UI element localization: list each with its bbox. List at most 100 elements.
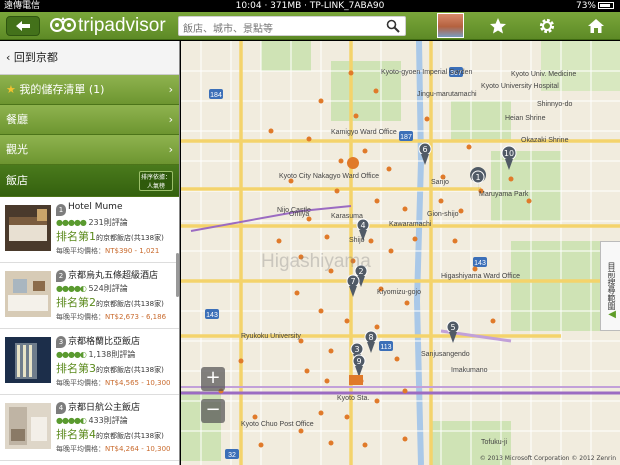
rating-bubbles-icon: ●●●●● <box>56 218 87 227</box>
map-label: Okazaki Shrine <box>521 137 569 144</box>
map-label: Tofuku-ji <box>481 439 508 446</box>
rating-bubbles-icon: ●●●●◐ <box>56 284 87 293</box>
rank-of-label: 的京都飯店(共138家) <box>96 432 164 440</box>
map-copyright: © 2013 Microsoft Corporation © 2012 Zenr… <box>479 455 616 462</box>
svg-text:1: 1 <box>475 173 480 182</box>
map-label: Kyoto City Nakagyo Ward Office <box>279 173 379 180</box>
search-input[interactable] <box>179 20 379 39</box>
review-count: 231則評論 <box>88 218 128 227</box>
map-label: Sanjusangendo <box>421 351 470 358</box>
price-label: 每晚平均價格： <box>56 445 105 453</box>
gear-icon[interactable] <box>538 17 556 35</box>
svg-text:113: 113 <box>380 344 391 351</box>
status-center: 10:04 · 371MB · TP-LINK_7ABA90 <box>235 1 385 11</box>
svg-text:5: 5 <box>450 323 455 332</box>
status-bar: 遠傳電信 10:04 · 371MB · TP-LINK_7ABA90 73% <box>0 0 620 12</box>
hotel-name: 京都烏丸五條超級酒店 <box>68 271 159 281</box>
back-arrow-icon <box>16 21 30 31</box>
review-count: 524則評論 <box>88 284 128 293</box>
price-label: 每晚平均價格： <box>56 247 105 255</box>
hotel-price: 每晚平均價格：NT$4,565 - 10,300 <box>56 378 170 388</box>
map-pin-7: 7 <box>346 274 360 297</box>
back-link-label: 回到京都 <box>13 51 58 64</box>
sidebar: ‹ 回到京都 ★ 我的儲存清單 (1) › 餐廳 › 觀光 › 飯店 排序依據：人氣榜… <box>0 41 180 465</box>
chevron-right-icon: › <box>168 113 173 126</box>
svg-text:32: 32 <box>228 452 236 459</box>
map-label: Sanjo <box>431 179 449 186</box>
hotel-rating: ●●●●◐ 524則評論 <box>56 283 128 294</box>
rating-bubbles-icon: ●●●●◐ <box>56 350 87 359</box>
svg-text:6: 6 <box>422 145 427 154</box>
map-label: Kyoto Sta. <box>337 395 370 402</box>
home-icon[interactable] <box>587 17 605 35</box>
rank-of-label: 的京都飯店(共138家) <box>96 234 164 242</box>
map-label: Maruyama Park <box>479 191 529 198</box>
map-label: Kyoto Chuo Post Office <box>241 421 314 428</box>
hotel-price: 每晚平均價格：NT$4,264 - 10,300 <box>56 444 170 454</box>
caret-left-icon[interactable]: ◀ <box>608 309 616 320</box>
hotels-label: 飯店 <box>6 174 28 187</box>
hotels-header: 飯店 排序依據：人氣榜 <box>0 165 179 197</box>
back-button[interactable] <box>6 16 40 36</box>
sights-label: 觀光 <box>6 143 28 156</box>
map-pin-9: 9 <box>352 354 366 377</box>
saved-list-item[interactable]: ★ 我的儲存清單 (1) › <box>0 75 179 105</box>
back-to-kyoto-link[interactable]: ‹ 回到京都 <box>0 41 179 75</box>
map-label: Kawaramachi <box>389 221 432 228</box>
hotel-photo <box>5 403 51 449</box>
chevron-right-icon: › <box>168 83 173 96</box>
rank-label: 排名第4 <box>56 428 96 441</box>
map-label: Higashiyama Ward Office <box>441 273 520 280</box>
station-marker <box>349 375 363 385</box>
price-value: NT$390 - 1,021 <box>105 247 160 255</box>
tripadvisor-logo: tripadvisor <box>50 15 166 37</box>
sidebar-scrollbar[interactable] <box>176 253 179 297</box>
map-label: Kyoto University Hospital <box>481 83 559 90</box>
price-value: NT$4,565 - 10,300 <box>105 379 171 387</box>
rank-pin-icon: 4 <box>56 402 66 414</box>
zoom-out-button[interactable]: − <box>201 399 225 423</box>
search-icon <box>386 19 400 33</box>
hotel-name: 京都日航公主飯店 <box>68 403 141 413</box>
price-label: 每晚平均價格： <box>56 313 105 321</box>
chevron-right-icon: › <box>168 143 173 156</box>
hotel-rank: 排名第3的京都飯店(共138家) <box>56 360 164 376</box>
rating-bubbles-icon: ●●●●◐ <box>56 416 87 425</box>
star-icon[interactable] <box>489 17 507 35</box>
hotel-list-item[interactable]: 4 京都日航公主飯店 ●●●●◐ 433則評論 排名第4的京都飯店(共138家)… <box>0 395 179 461</box>
restaurants-label: 餐廳 <box>6 113 28 126</box>
app-header: tripadvisor <box>0 12 620 40</box>
svg-text:143: 143 <box>474 260 486 267</box>
rank-label: 排名第1 <box>56 230 96 243</box>
map-label: Kyoto-gyoen Imperial Garden <box>381 69 473 76</box>
map-label: Ryukoku University <box>241 333 301 340</box>
restaurants-item[interactable]: 餐廳 › <box>0 105 179 135</box>
hotel-name: Hotel Mume <box>68 202 123 212</box>
map-label: Kiyomizu-gojo <box>377 289 421 296</box>
star-icon: ★ <box>6 83 16 96</box>
map-pin-8: 8 <box>364 330 378 353</box>
hotel-price: 每晚平均價格：NT$2,673 - 6,186 <box>56 312 166 322</box>
chevron-left-icon: ‹ <box>6 51 14 64</box>
map-view[interactable]: 184 187 367 143 32 143 113 1 2 3 4 5 6 7… <box>181 41 620 465</box>
map-watermark-label: Higashiyama <box>261 251 371 272</box>
battery-icon <box>598 2 614 9</box>
sort-button[interactable]: 排序依據：人氣榜 <box>139 171 173 191</box>
selected-location-dot <box>347 157 359 169</box>
sights-item[interactable]: 觀光 › <box>0 135 179 165</box>
hotel-list-item[interactable]: 1 Hotel Mume ●●●●● 231則評論 排名第1的京都飯店(共138… <box>0 197 179 263</box>
map-label: Jingu-marutamachi <box>417 91 477 98</box>
hotel-list-item[interactable]: 2 京都烏丸五條超級酒店 ●●●●◐ 524則評論 排名第2的京都飯店(共138… <box>0 263 179 329</box>
rank-pin-icon: 2 <box>56 270 66 282</box>
hotel-price: 每晚平均價格：NT$390 - 1,021 <box>56 246 159 256</box>
hotel-list-item[interactable]: 3 京都格蘭比亞飯店 ●●●●◐ 1,138則評論 排名第3的京都飯店(共138… <box>0 329 179 395</box>
zoom-in-button[interactable]: + <box>201 367 225 391</box>
hotel-rank: 排名第1的京都飯店(共138家) <box>56 228 164 244</box>
profile-photo-thumbnail[interactable] <box>437 13 464 38</box>
search-box[interactable] <box>178 16 406 39</box>
svg-text:184: 184 <box>210 92 222 99</box>
saved-list-label: 我的儲存清單 (1) <box>19 83 105 96</box>
map-label: Kamigyo Ward Office <box>331 129 397 136</box>
price-value: NT$4,264 - 10,300 <box>105 445 171 453</box>
rank-label: 排名第2 <box>56 296 96 309</box>
